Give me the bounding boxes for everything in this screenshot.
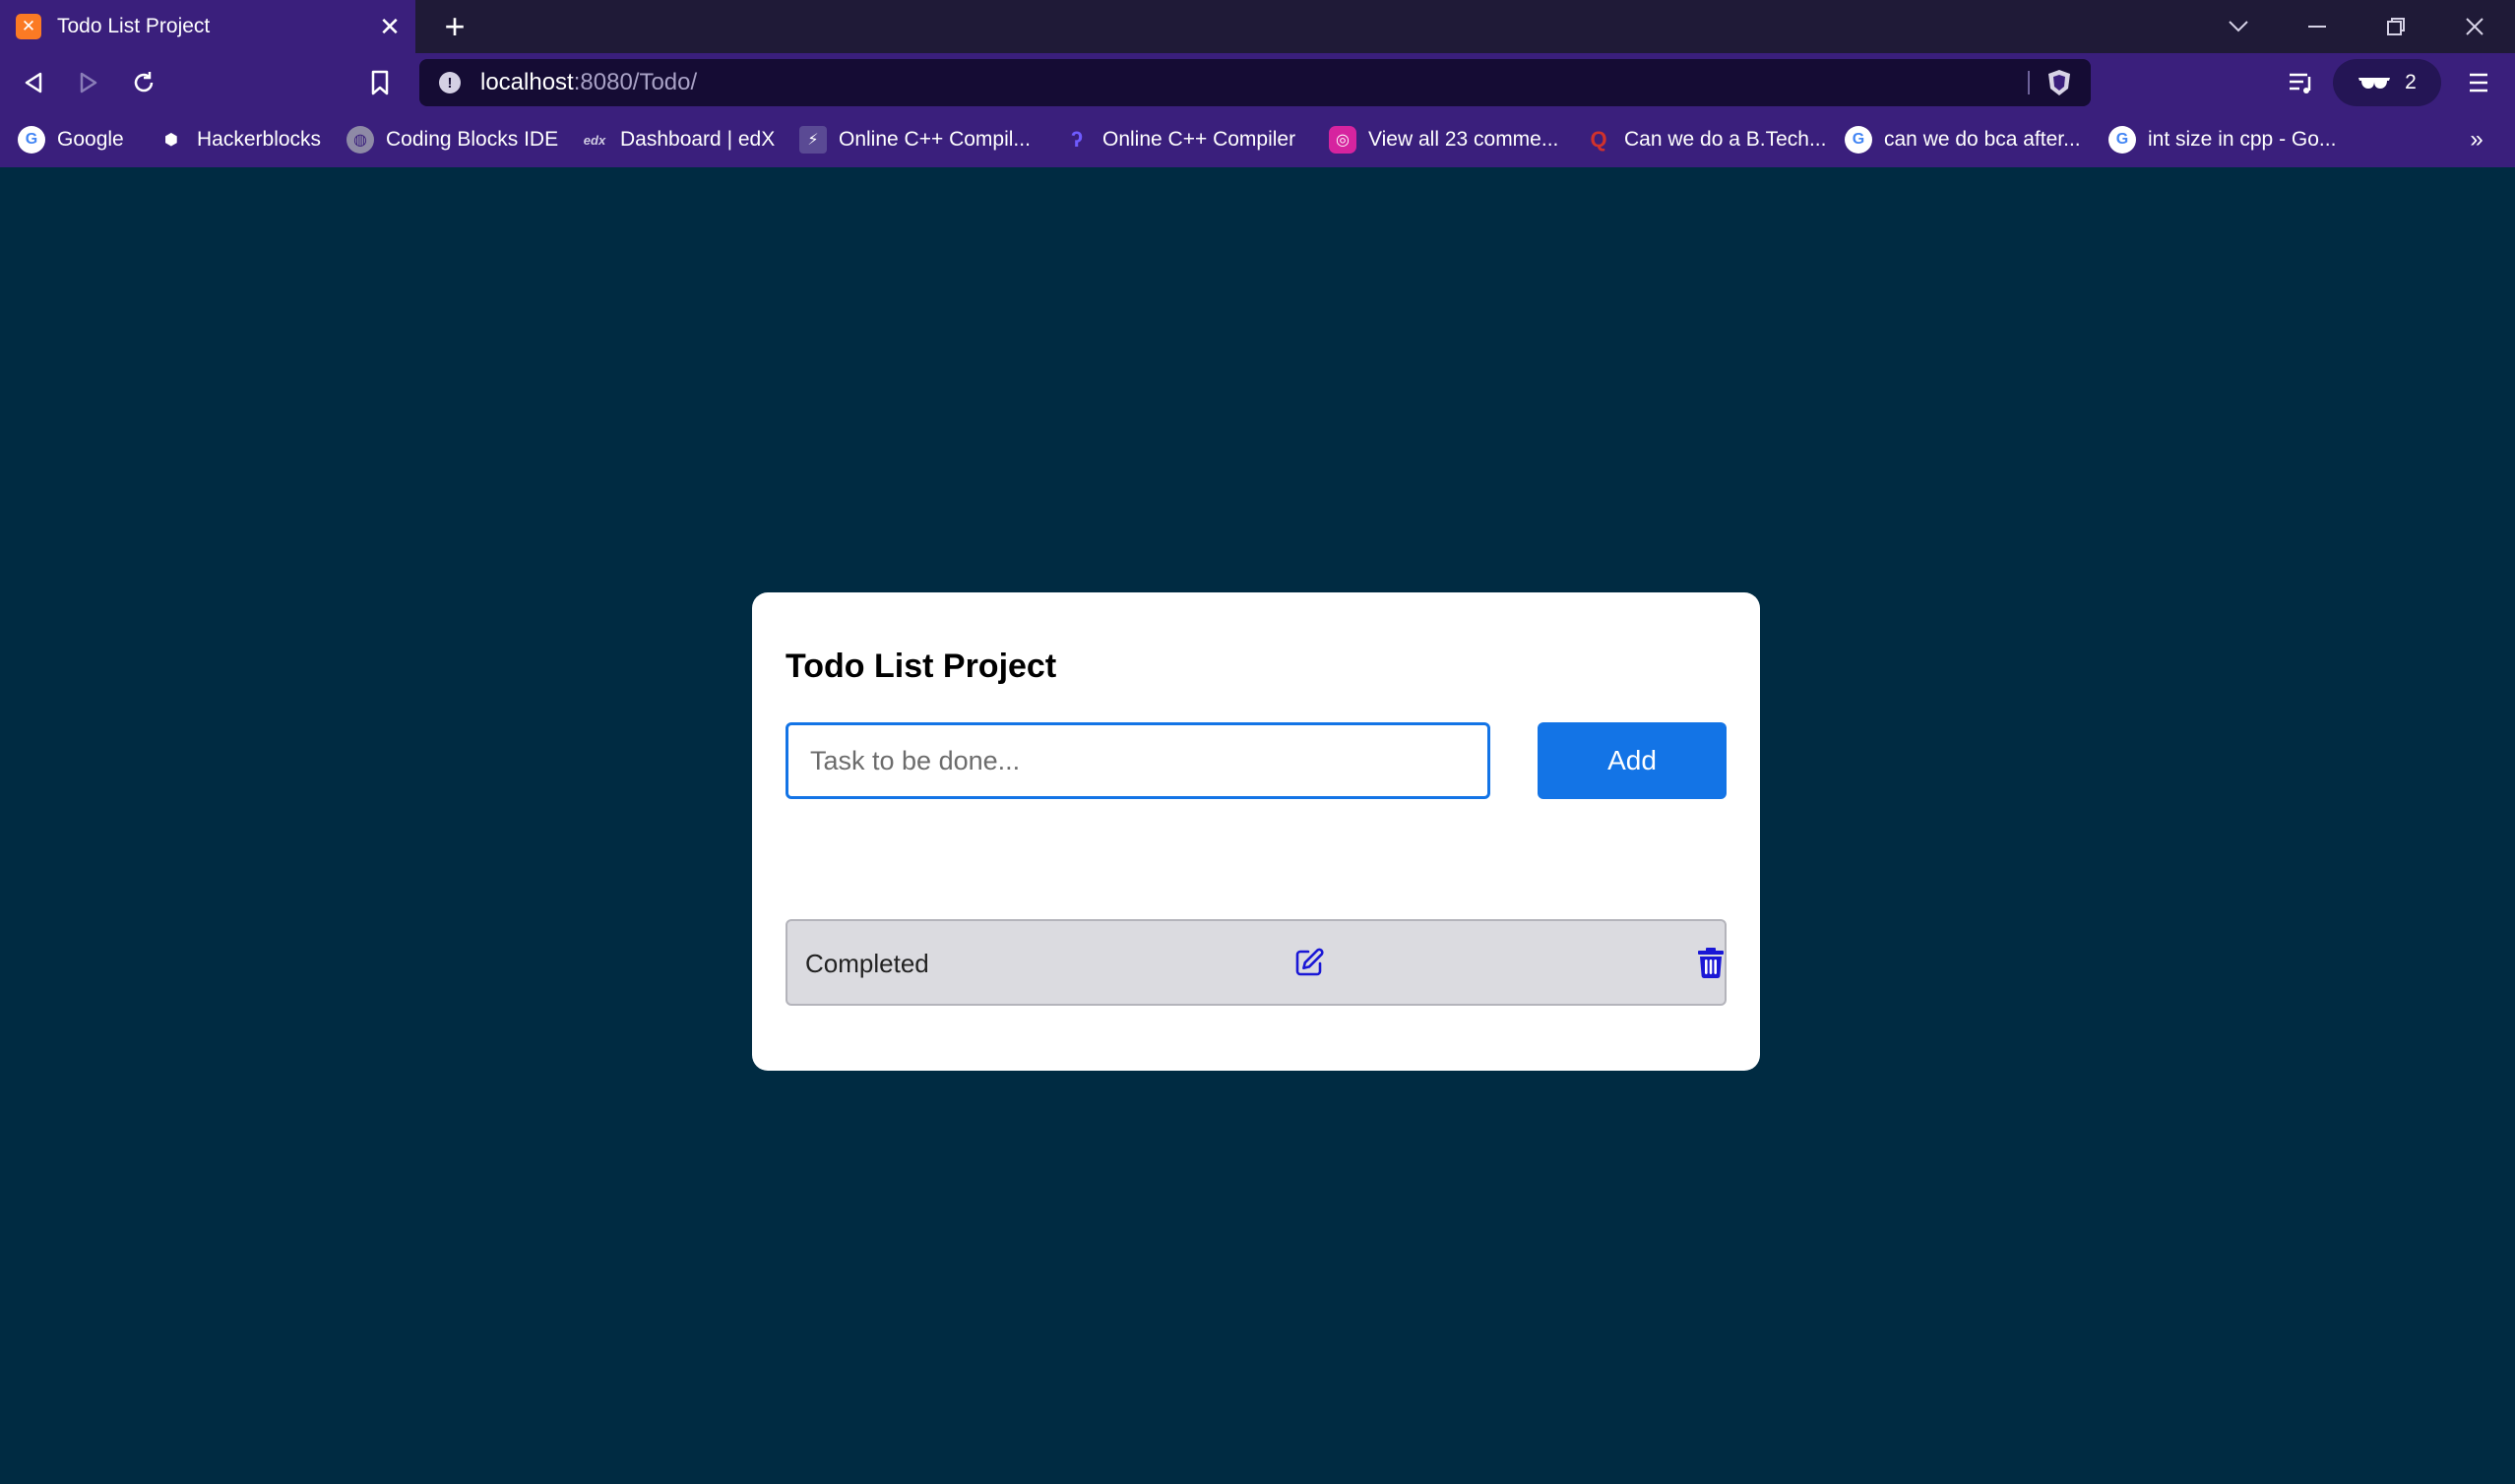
page-title: Todo List Project xyxy=(786,648,1057,685)
tab-active[interactable]: ✕ Todo List Project ✕ xyxy=(0,0,415,53)
bookmark-label: Coding Blocks IDE xyxy=(386,128,559,151)
bookmark-label: Online C++ Compil... xyxy=(839,128,1031,151)
private-window-count: 2 xyxy=(2405,71,2417,93)
bookmark-page-button[interactable] xyxy=(356,59,404,106)
bookmarks-overflow-button[interactable]: » xyxy=(2461,124,2492,155)
bookmark-online-cpp-compil[interactable]: ⚡ Online C++ Compil... xyxy=(799,124,1031,155)
bookmark-label: View all 23 comme... xyxy=(1368,128,1559,151)
address-bar[interactable]: ! localhost:8080/Todo/ xyxy=(419,59,2091,106)
task-input[interactable] xyxy=(786,722,1490,799)
new-tab-button[interactable]: + xyxy=(433,5,476,48)
bookmark-edx[interactable]: edx Dashboard | edX xyxy=(581,124,775,155)
trash-icon[interactable] xyxy=(1697,947,1725,978)
todo-card: Todo List Project Add Completed xyxy=(752,592,1760,1071)
site-info-icon[interactable]: ! xyxy=(439,72,461,93)
url-host: localhost xyxy=(480,69,574,95)
bookmark-label: int size in cpp - Go... xyxy=(2148,128,2337,151)
bookmark-label: Can we do a B.Tech... xyxy=(1624,128,1827,151)
edit-icon[interactable] xyxy=(1293,947,1325,978)
bookmarks-bar: G Google ⬢ Hackerblocks ◍ Coding Blocks … xyxy=(0,112,2515,167)
todo-item: Completed xyxy=(786,919,1727,1006)
brave-shield-icon[interactable] xyxy=(2045,68,2073,97)
tab-title: Todo List Project xyxy=(57,15,211,37)
bookmark-label: can we do bca after... xyxy=(1884,128,2081,151)
todo-text: Completed xyxy=(805,949,929,978)
quora-icon: Q xyxy=(1590,127,1607,152)
bookmark-instagram[interactable]: ◎ View all 23 comme... xyxy=(1329,124,1558,155)
hackerblocks-icon: ⬢ xyxy=(164,132,178,149)
minimize-button[interactable] xyxy=(2278,0,2357,53)
edx-icon: edx xyxy=(583,132,606,148)
bookmark-icon xyxy=(371,70,389,95)
tab-search-chevron-icon[interactable] xyxy=(2199,0,2278,53)
google-icon: G xyxy=(1845,126,1872,154)
url-divider xyxy=(2028,71,2030,94)
reload-button[interactable] xyxy=(120,59,167,106)
instagram-icon: ◎ xyxy=(1329,126,1356,154)
forward-button[interactable] xyxy=(65,59,112,106)
bookmark-label: Dashboard | edX xyxy=(620,128,776,151)
bookmark-google-bca[interactable]: G can we do bca after... xyxy=(1845,124,2081,155)
navigation-toolbar: ! localhost:8080/Todo/ 2 xyxy=(0,53,2515,112)
hamburger-icon xyxy=(2470,73,2487,93)
bookmark-online-cpp-compiler[interactable]: ʔ Online C++ Compiler xyxy=(1063,124,1295,155)
bolt-icon: ⚡ xyxy=(799,126,827,154)
playlist-icon[interactable] xyxy=(2278,59,2325,106)
bookmark-label: Hackerblocks xyxy=(197,128,322,151)
bookmark-label: Online C++ Compiler xyxy=(1102,128,1296,151)
google-icon: G xyxy=(18,126,45,154)
bookmark-quora[interactable]: Q Can we do a B.Tech... xyxy=(1585,124,1826,155)
reload-icon xyxy=(134,72,154,93)
globe-icon: ◍ xyxy=(346,126,374,154)
restore-button[interactable] xyxy=(2357,0,2435,53)
sunglasses-icon xyxy=(2358,78,2391,89)
tab-strip: ✕ Todo List Project ✕ + xyxy=(0,0,2515,53)
close-window-button[interactable] xyxy=(2435,0,2514,53)
bookmark-google[interactable]: G Google xyxy=(18,124,124,155)
bookmark-coding-blocks-ide[interactable]: ◍ Coding Blocks IDE xyxy=(346,124,558,155)
add-button[interactable]: Add xyxy=(1538,722,1727,799)
tab-close-icon[interactable]: ✕ xyxy=(368,5,411,48)
url-path: :8080/Todo/ xyxy=(573,69,698,95)
back-icon xyxy=(25,72,42,93)
back-button[interactable] xyxy=(10,59,57,106)
xampp-icon: ✕ xyxy=(16,14,41,39)
google-icon: G xyxy=(2108,126,2136,154)
bookmark-hackerblocks[interactable]: ⬢ Hackerblocks xyxy=(157,124,321,155)
programiz-icon: ʔ xyxy=(1070,127,1084,152)
bookmark-label: Google xyxy=(57,128,124,151)
private-windows-pill[interactable]: 2 xyxy=(2333,59,2441,106)
main-menu-button[interactable] xyxy=(2455,59,2502,106)
bookmark-google-int-size[interactable]: G int size in cpp - Go... xyxy=(2108,124,2336,155)
forward-icon xyxy=(80,72,97,93)
